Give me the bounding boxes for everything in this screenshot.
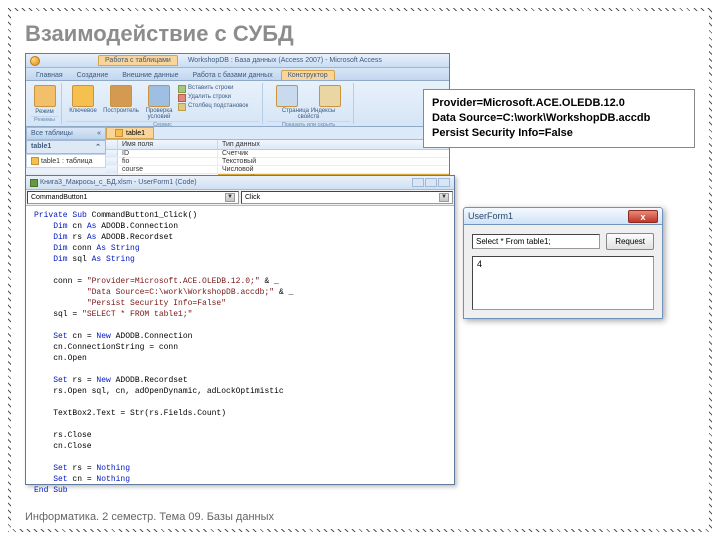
table-row[interactable]: fioТекстовый [106,158,449,166]
object-combo[interactable]: CommandButton1▼ [27,191,239,204]
vba-code-window: Книга3_Макросы_с_БД.xlsm - UserForm1 (Co… [25,175,455,485]
chevron-up-icon[interactable]: ⌃ [95,143,101,151]
tab-home[interactable]: Главная [30,71,69,80]
table-icon [31,157,39,165]
close-button[interactable]: x [628,210,658,223]
conn-persist: Persist Security Info=False [432,126,686,141]
validation-label-2: условий [148,114,171,120]
vba-titlebar: Книга3_Макросы_с_БД.xlsm - UserForm1 (Co… [26,176,454,190]
vba-code-area[interactable]: Private Sub CommandButton1_Click() Dim c… [26,206,454,500]
vba-module-icon [30,179,38,187]
view-icon[interactable] [34,85,56,107]
tab-create[interactable]: Создание [71,71,115,80]
builder-label: Построитель [102,108,140,114]
contextual-tab-group: Работа с таблицами [98,55,178,66]
userform-window: UserForm1 x Select * From table1; Reques… [463,207,663,319]
table-row[interactable]: courseЧисловой [106,166,449,174]
indexes-icon[interactable] [319,85,341,107]
procedure-combo[interactable]: Click▼ [241,191,453,204]
ribbon: Режим Режимы Ключевое Построитель [26,81,449,127]
doc-tab-table1[interactable]: table1 [106,127,154,139]
group-caption-views: Режимы [31,116,58,123]
request-button[interactable]: Request [606,233,654,250]
access-titlebar: Работа с таблицами WorkshopDB : База дан… [26,54,449,68]
primary-key-label: Ключевое [66,108,100,114]
office-orb-icon[interactable] [30,56,40,66]
col-fieldname: Имя поля [118,140,218,149]
col-datatype: Тип данных [218,140,449,149]
userform-title: UserForm1 [468,211,513,221]
access-window: Работа с таблицами WorkshopDB : База дан… [25,53,450,185]
conn-provider: Provider=Microsoft.ACE.OLEDB.12.0 [432,96,686,111]
insert-rows[interactable]: Вставить строки [178,84,259,93]
delete-rows[interactable]: Удалить строки [178,93,259,102]
conn-datasource: Data Source=C:\work\WorkshopDB.accdb [432,111,686,126]
chevron-down-icon[interactable]: ▼ [439,193,449,202]
tab-dbtools[interactable]: Работа с базами данных [187,71,279,80]
nav-header[interactable]: Все таблицы« [26,127,106,140]
close-button[interactable] [438,178,450,187]
vba-window-title: Книга3_Макросы_с_БД.xlsm - UserForm1 (Co… [40,179,197,186]
builder-icon[interactable] [110,85,132,107]
slide-footer: Информатика. 2 семестр. Тема 09. Базы да… [25,511,274,523]
maximize-button[interactable] [425,178,437,187]
validation-icon[interactable] [148,85,170,107]
userform-titlebar: UserForm1 x [463,207,663,225]
chevron-left-icon[interactable]: « [97,130,101,137]
ribbon-tabs: Главная Создание Внешние данные Работа с… [26,68,449,81]
table-icon [115,129,123,137]
minimize-button[interactable] [412,178,424,187]
property-sheet-icon[interactable] [276,85,298,107]
connection-string-box: Provider=Microsoft.ACE.OLEDB.12.0 Data S… [423,89,695,148]
tab-external[interactable]: Внешние данные [116,71,184,80]
query-textbox[interactable]: Select * From table1; [472,234,600,249]
propsheet-label2: свойств [298,114,320,120]
tab-design[interactable]: Конструктор [281,70,335,80]
primary-key-icon[interactable] [72,85,94,107]
nav-item-table1[interactable]: table1 : таблица [26,154,106,168]
result-textbox[interactable]: 4 [472,256,654,310]
access-window-title: WorkshopDB : База данных (Access 2007) -… [188,57,382,64]
lookup-column[interactable]: Столбец подстановок [178,102,259,111]
table-row[interactable]: IDСчетчик [106,150,449,158]
chevron-down-icon[interactable]: ▼ [225,193,235,202]
slide-title: Взаимодействие с СУБД [25,21,695,47]
nav-group[interactable]: table1⌃ [26,140,106,154]
view-label: Режим [31,109,58,115]
